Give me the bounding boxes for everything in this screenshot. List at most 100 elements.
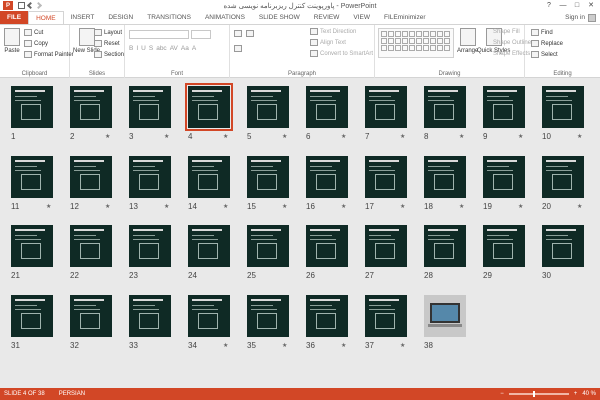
- slide-thumbnail[interactable]: [188, 156, 230, 198]
- format-button[interactable]: U: [141, 45, 146, 52]
- shape-option[interactable]: [388, 31, 394, 37]
- transition-star-icon[interactable]: ★: [164, 203, 169, 210]
- transition-star-icon[interactable]: ★: [577, 133, 582, 140]
- slide-thumbnail[interactable]: [11, 295, 53, 337]
- transition-star-icon[interactable]: ★: [459, 133, 464, 140]
- avatar[interactable]: [588, 13, 596, 22]
- close-button[interactable]: ✕: [584, 0, 598, 10]
- shape-option[interactable]: [430, 38, 436, 44]
- shape-option[interactable]: [402, 38, 408, 44]
- transition-star-icon[interactable]: ★: [282, 342, 287, 349]
- slide-thumbnail[interactable]: [70, 86, 112, 128]
- language-indicator[interactable]: PERSIAN: [59, 391, 85, 397]
- tab-file[interactable]: FILE: [0, 11, 29, 24]
- shape-option[interactable]: [416, 38, 422, 44]
- slide-thumbnail[interactable]: [424, 86, 466, 128]
- slide-thumbnail[interactable]: [424, 156, 466, 198]
- slide-thumbnail[interactable]: [11, 225, 53, 267]
- slide-thumbnail[interactable]: [129, 295, 171, 337]
- slide-thumbnail[interactable]: [11, 156, 53, 198]
- slide-thumbnail[interactable]: [542, 225, 584, 267]
- sign-in-link[interactable]: Sign in: [565, 11, 585, 24]
- slide-thumbnail[interactable]: [247, 225, 289, 267]
- format-button[interactable]: I: [136, 45, 138, 52]
- font-name-field[interactable]: [129, 30, 189, 39]
- transition-star-icon[interactable]: ★: [223, 203, 228, 210]
- shape-option[interactable]: [437, 38, 443, 44]
- slide-thumbnail[interactable]: [483, 156, 525, 198]
- replace-button[interactable]: Replace: [531, 40, 563, 47]
- transition-star-icon[interactable]: ★: [282, 133, 287, 140]
- transition-star-icon[interactable]: ★: [459, 203, 464, 210]
- format-button[interactable]: A: [192, 45, 196, 52]
- transition-star-icon[interactable]: ★: [518, 203, 523, 210]
- slide-thumbnail[interactable]: [424, 295, 466, 337]
- tab-animations[interactable]: ANIMATIONS: [198, 11, 252, 24]
- shape-option[interactable]: [416, 45, 422, 51]
- transition-star-icon[interactable]: ★: [105, 133, 110, 140]
- shape-option[interactable]: [395, 38, 401, 44]
- shape-fill-button[interactable]: Shape Fill: [493, 29, 520, 35]
- zoom-level[interactable]: 40 %: [582, 391, 596, 397]
- bullets-button[interactable]: [234, 30, 242, 37]
- shape-option[interactable]: [444, 38, 450, 44]
- slide-thumbnail[interactable]: [365, 295, 407, 337]
- slide-thumbnail[interactable]: [70, 225, 112, 267]
- section-button[interactable]: Section: [94, 51, 124, 58]
- align-button[interactable]: [234, 45, 242, 52]
- slide-thumbnail[interactable]: [129, 86, 171, 128]
- transition-star-icon[interactable]: ★: [400, 133, 405, 140]
- slide-thumbnail[interactable]: [70, 295, 112, 337]
- slide-thumbnail[interactable]: [483, 225, 525, 267]
- shape-option[interactable]: [388, 45, 394, 51]
- tab-design[interactable]: DESIGN: [101, 11, 140, 24]
- shape-option[interactable]: [423, 45, 429, 51]
- transition-star-icon[interactable]: ★: [400, 342, 405, 349]
- numbering-button[interactable]: [246, 30, 254, 37]
- transition-star-icon[interactable]: ★: [577, 203, 582, 210]
- slide-thumbnail[interactable]: [306, 86, 348, 128]
- zoom-slider-thumb[interactable]: [532, 391, 535, 397]
- maximize-button[interactable]: □: [570, 0, 584, 10]
- slide-thumbnail[interactable]: [70, 156, 112, 198]
- tab-review[interactable]: REVIEW: [307, 11, 347, 24]
- shape-option[interactable]: [409, 31, 415, 37]
- format-button[interactable]: S: [149, 45, 153, 52]
- slide-thumbnail[interactable]: [129, 156, 171, 198]
- align-text-button[interactable]: Align Text: [310, 39, 346, 46]
- transition-star-icon[interactable]: ★: [46, 203, 51, 210]
- shape-option[interactable]: [381, 31, 387, 37]
- slide-thumbnail[interactable]: [11, 86, 53, 128]
- slide-thumbnail[interactable]: [247, 86, 289, 128]
- slide-thumbnail[interactable]: [306, 295, 348, 337]
- zoom-out-button[interactable]: −: [500, 391, 504, 397]
- text-direction-button[interactable]: Text Direction: [310, 28, 356, 35]
- transition-star-icon[interactable]: ★: [223, 342, 228, 349]
- transition-star-icon[interactable]: ★: [341, 133, 346, 140]
- tab-slide-show[interactable]: SLIDE SHOW: [252, 11, 307, 24]
- slide-thumbnail[interactable]: [306, 156, 348, 198]
- slide-thumbnail[interactable]: [424, 225, 466, 267]
- slide-thumbnail[interactable]: [365, 86, 407, 128]
- slide-thumbnail[interactable]: [188, 225, 230, 267]
- slide-thumbnail[interactable]: [306, 225, 348, 267]
- format-button[interactable]: AV: [170, 45, 178, 52]
- slide-thumbnail[interactable]: [247, 295, 289, 337]
- shape-option[interactable]: [402, 31, 408, 37]
- shape-option[interactable]: [437, 45, 443, 51]
- format-painter-button[interactable]: Format Painter: [24, 51, 74, 58]
- slide-thumbnail[interactable]: [365, 225, 407, 267]
- transition-star-icon[interactable]: ★: [105, 203, 110, 210]
- sign-in-area[interactable]: Sign in: [565, 11, 596, 24]
- select-button[interactable]: Select: [531, 51, 558, 58]
- copy-button[interactable]: Copy: [24, 40, 48, 47]
- font-size-field[interactable]: [191, 30, 211, 39]
- shape-option[interactable]: [444, 45, 450, 51]
- shape-option[interactable]: [402, 45, 408, 51]
- transition-star-icon[interactable]: ★: [518, 133, 523, 140]
- tab-insert[interactable]: INSERT: [64, 11, 102, 24]
- paste-button[interactable]: Paste: [4, 28, 20, 54]
- shape-option[interactable]: [395, 45, 401, 51]
- shape-option[interactable]: [381, 38, 387, 44]
- transition-star-icon[interactable]: ★: [282, 203, 287, 210]
